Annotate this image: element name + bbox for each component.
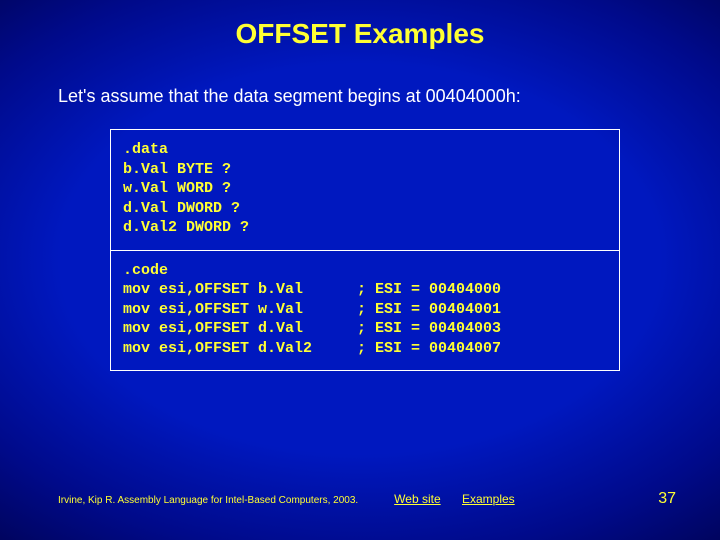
web-site-link[interactable]: Web site (394, 492, 440, 506)
citation-text: Irvine, Kip R. Assembly Language for Int… (58, 495, 358, 506)
code-box: .data b.Val BYTE ? w.Val WORD ? d.Val DW… (110, 129, 620, 371)
page-number: 37 (658, 490, 676, 508)
footer-links: Web site Examples (394, 492, 533, 506)
code-code-section: .code mov esi,OFFSET b.Val ; ESI = 00404… (111, 250, 619, 371)
examples-link[interactable]: Examples (462, 492, 515, 506)
slide: OFFSET Examples Let's assume that the da… (0, 0, 720, 540)
intro-text: Let's assume that the data segment begin… (0, 50, 720, 107)
footer: Irvine, Kip R. Assembly Language for Int… (58, 492, 680, 506)
code-data-section: .data b.Val BYTE ? w.Val WORD ? d.Val DW… (111, 130, 619, 250)
slide-title: OFFSET Examples (0, 0, 720, 50)
